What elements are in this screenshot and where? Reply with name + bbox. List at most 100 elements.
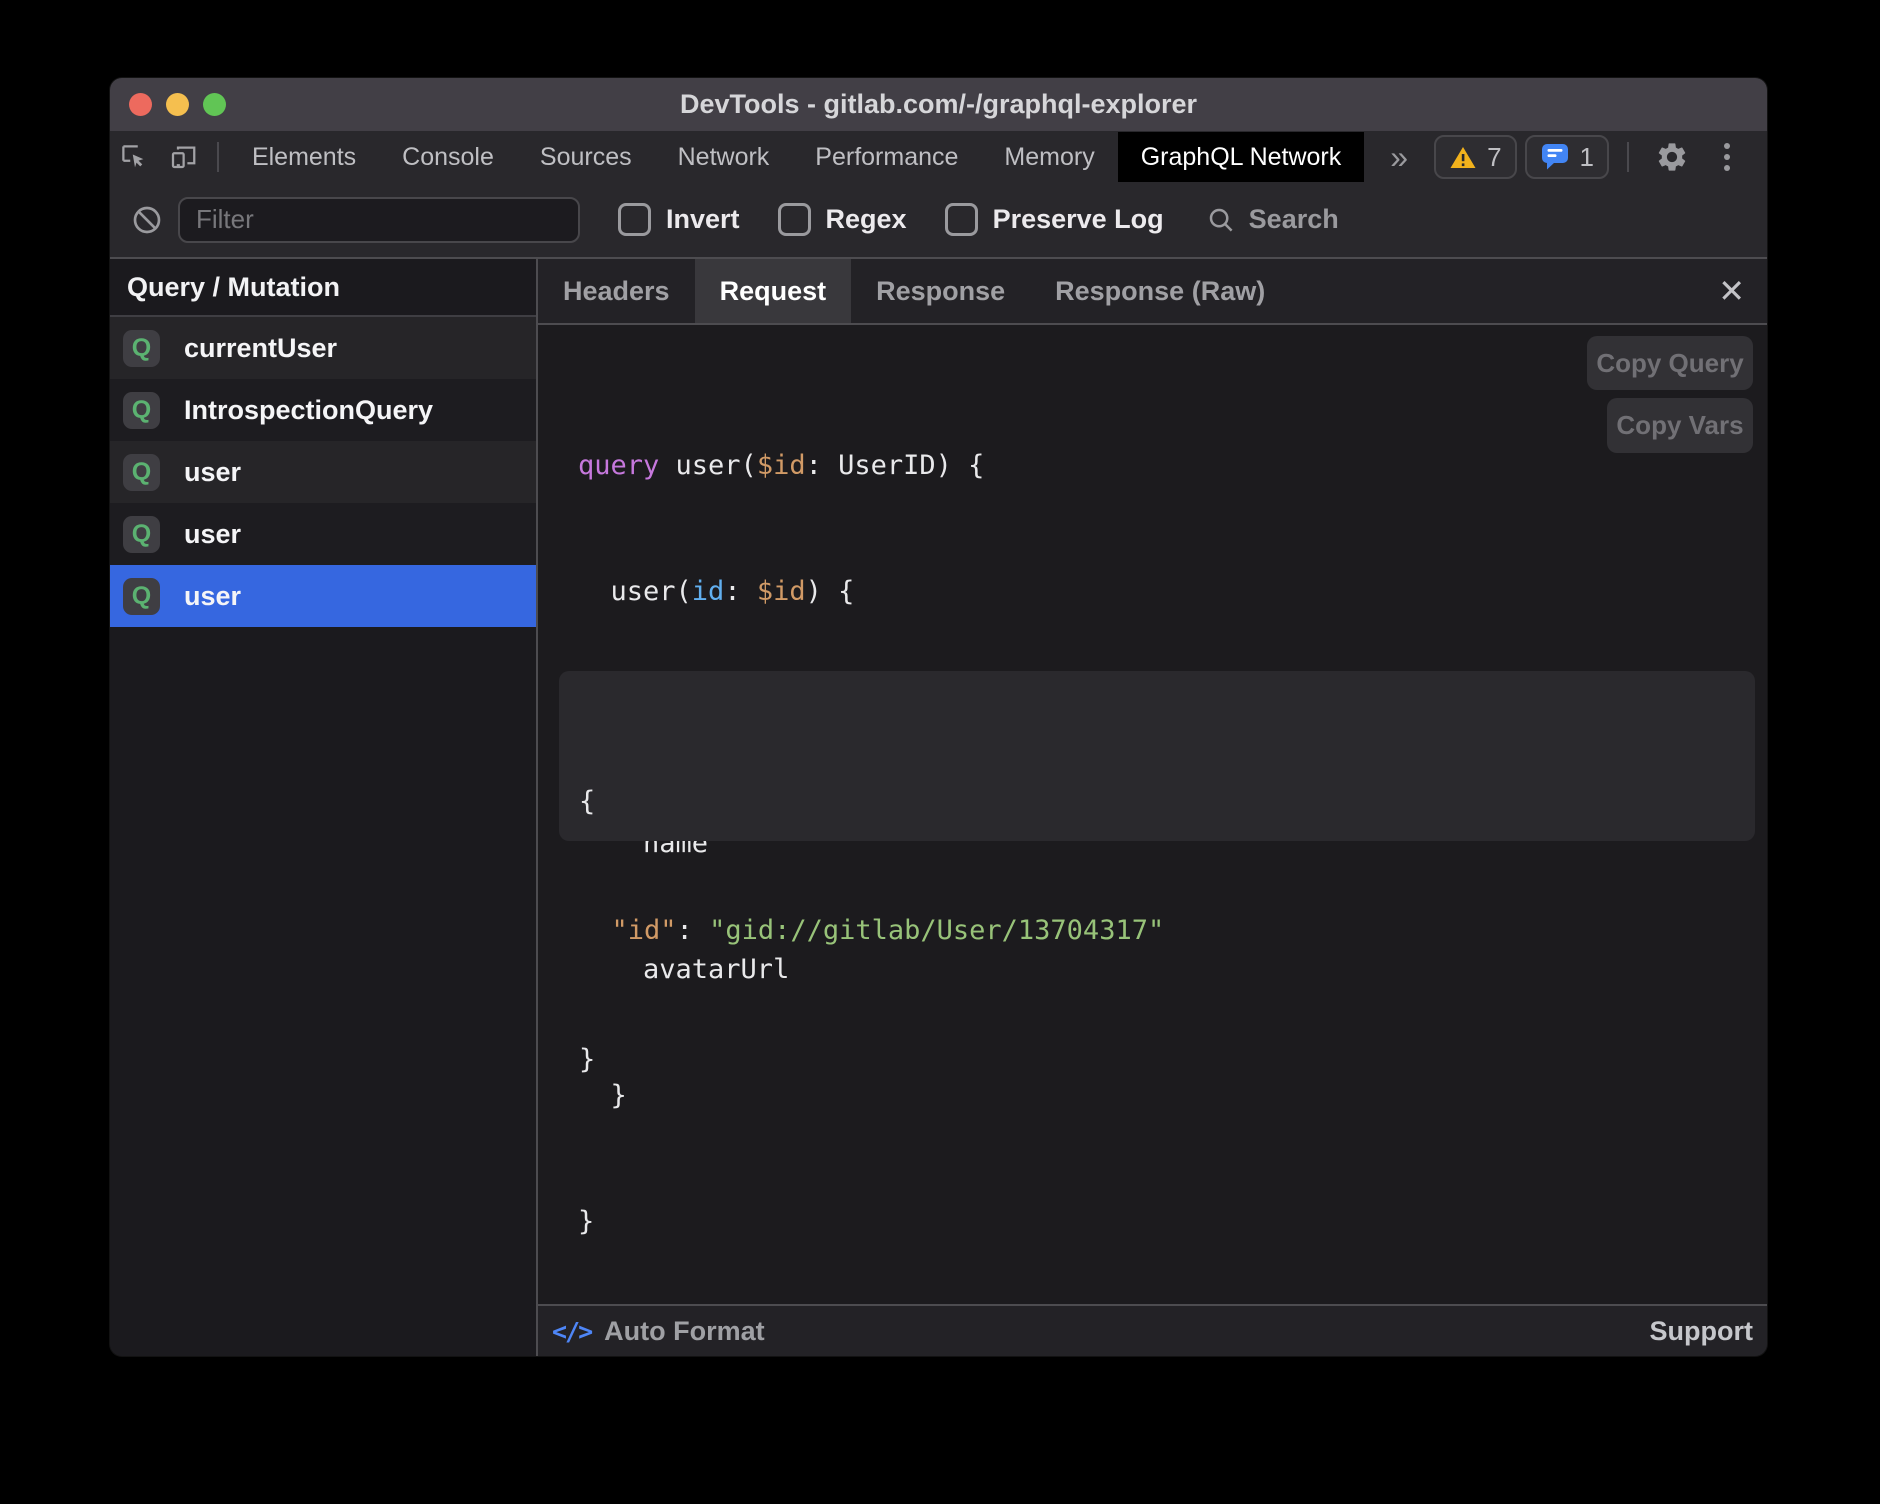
query-list-item[interactable]: Q user xyxy=(110,503,536,565)
kebab-dot xyxy=(1724,143,1730,149)
invert-checkbox[interactable] xyxy=(618,203,651,236)
message-bubble-icon xyxy=(1540,143,1570,171)
code-token: user( xyxy=(659,450,757,481)
issues-count: 1 xyxy=(1580,142,1594,173)
request-panel: query user($id: UserID) { user(id: $id) … xyxy=(538,325,1767,1304)
code-token: { xyxy=(579,786,595,817)
filter-input[interactable] xyxy=(178,197,580,243)
devtools-tabbar: Elements Console Sources Network Perform… xyxy=(110,132,1767,182)
code-token: id xyxy=(692,576,725,607)
titlebar: DevTools - gitlab.com/-/graphql-explorer xyxy=(110,78,1767,132)
code-token: : xyxy=(677,915,710,946)
device-toolbar-button[interactable] xyxy=(159,132,208,182)
warnings-badge[interactable]: 7 xyxy=(1434,135,1516,179)
issues-badge[interactable]: 1 xyxy=(1525,135,1609,179)
code-token: : xyxy=(724,576,757,607)
settings-button[interactable] xyxy=(1647,140,1697,174)
regex-checkbox-group: Regex xyxy=(778,203,907,236)
device-toolbar-icon xyxy=(168,142,198,172)
code-token: $id xyxy=(757,450,806,481)
detail-pane: Headers Request Response Response (Raw) … xyxy=(538,259,1767,1356)
close-detail-button[interactable]: ✕ xyxy=(1712,259,1751,323)
code-line: } xyxy=(578,1201,984,1243)
zoom-window-button[interactable] xyxy=(203,93,226,116)
tab-console[interactable]: Console xyxy=(379,132,517,182)
preserve-log-checkbox[interactable] xyxy=(945,203,978,236)
inspect-element-button[interactable] xyxy=(110,132,159,182)
code-token: "gid://gitlab/User/13704317" xyxy=(709,915,1164,946)
sidebar-header: Query / Mutation xyxy=(110,259,536,317)
query-type-badge: Q xyxy=(123,516,160,553)
query-name: user xyxy=(184,519,241,550)
tab-headers[interactable]: Headers xyxy=(538,259,695,323)
preserve-log-checkbox-group: Preserve Log xyxy=(945,203,1164,236)
code-token: ) { xyxy=(806,576,855,607)
minimize-window-button[interactable] xyxy=(166,93,189,116)
query-list-item[interactable]: Q user xyxy=(110,441,536,503)
query-type-badge: Q xyxy=(123,454,160,491)
tab-network[interactable]: Network xyxy=(655,132,793,182)
tab-sources[interactable]: Sources xyxy=(517,132,655,182)
tab-memory[interactable]: Memory xyxy=(981,132,1117,182)
query-variables-box: { "id": "gid://gitlab/User/13704317" } xyxy=(559,671,1755,841)
kebab-dot xyxy=(1724,154,1730,160)
copy-query-button[interactable]: Copy Query xyxy=(1587,336,1753,390)
query-name: IntrospectionQuery xyxy=(184,395,433,426)
query-name: user xyxy=(184,457,241,488)
query-list-item-selected[interactable]: Q user xyxy=(110,565,536,627)
kebab-dot xyxy=(1724,165,1730,171)
copy-vars-button[interactable]: Copy Vars xyxy=(1607,398,1753,453)
code-token xyxy=(579,915,612,946)
close-icon: ✕ xyxy=(1718,272,1745,310)
code-token: user( xyxy=(578,576,692,607)
tabbar-separator xyxy=(217,142,219,172)
tab-elements[interactable]: Elements xyxy=(229,132,379,182)
code-line: "id": "gid://gitlab/User/13704317" xyxy=(579,909,1755,952)
filter-toolbar: Invert Regex Preserve Log Search xyxy=(110,182,1767,259)
more-options-button[interactable] xyxy=(1705,143,1749,171)
invert-checkbox-group: Invert xyxy=(618,203,740,236)
code-token: } xyxy=(578,1206,594,1237)
code-token: query xyxy=(578,450,659,481)
code-line: { xyxy=(579,780,1755,823)
query-list-item[interactable]: Q currentUser xyxy=(110,317,536,379)
preserve-log-label: Preserve Log xyxy=(993,204,1164,235)
code-token: "id" xyxy=(612,915,677,946)
tab-performance[interactable]: Performance xyxy=(792,132,981,182)
tab-response[interactable]: Response xyxy=(851,259,1030,323)
main-content: Query / Mutation Q currentUser Q Introsp… xyxy=(110,259,1767,1356)
badges-separator xyxy=(1627,142,1629,172)
warning-count: 7 xyxy=(1487,142,1501,173)
query-name: user xyxy=(184,581,241,612)
query-type-badge: Q xyxy=(123,392,160,429)
regex-checkbox[interactable] xyxy=(778,203,811,236)
block-icon xyxy=(131,204,163,236)
status-badges: 7 1 xyxy=(1434,132,1767,182)
query-list-item[interactable]: Q IntrospectionQuery xyxy=(110,379,536,441)
query-type-badge: Q xyxy=(123,330,160,367)
traffic-lights xyxy=(129,78,226,131)
devtools-window: DevTools - gitlab.com/-/graphql-explorer… xyxy=(110,78,1767,1356)
code-line: query user($id: UserID) { xyxy=(578,445,984,487)
tab-request[interactable]: Request xyxy=(695,259,852,323)
code-token: } xyxy=(579,1044,595,1075)
query-name: currentUser xyxy=(184,333,337,364)
query-list-sidebar: Query / Mutation Q currentUser Q Introsp… xyxy=(110,259,538,1356)
search-icon xyxy=(1206,205,1236,235)
warning-triangle-icon xyxy=(1449,145,1477,170)
code-token: $id xyxy=(757,576,806,607)
search-label: Search xyxy=(1249,204,1339,235)
invert-label: Invert xyxy=(666,204,740,235)
tab-response-raw[interactable]: Response (Raw) xyxy=(1030,259,1290,323)
search-button[interactable]: Search xyxy=(1206,204,1339,235)
inspect-cursor-icon xyxy=(119,142,149,172)
query-type-badge: Q xyxy=(123,578,160,615)
code-line: } xyxy=(579,1038,1755,1081)
more-tabs-chevron[interactable]: » xyxy=(1364,132,1434,182)
support-link[interactable]: Support xyxy=(1650,1316,1753,1347)
regex-label: Regex xyxy=(826,204,907,235)
clear-button[interactable] xyxy=(128,204,166,236)
tab-graphql-network[interactable]: GraphQL Network xyxy=(1118,132,1365,182)
window-title: DevTools - gitlab.com/-/graphql-explorer xyxy=(680,89,1197,120)
close-window-button[interactable] xyxy=(129,93,152,116)
